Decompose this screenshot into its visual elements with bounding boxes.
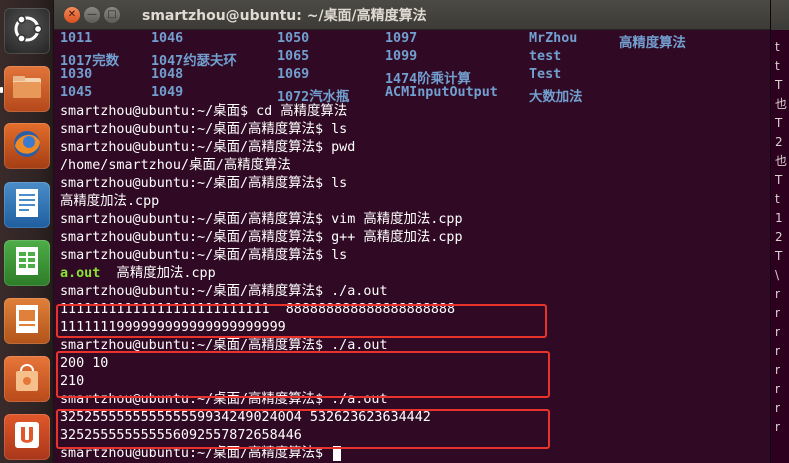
listing-row: 1030 1048 1069 1474阶乘计算 Test: [60, 67, 772, 87]
background-text-fragment: T: [775, 116, 783, 130]
unity-launcher: [0, 0, 54, 463]
writer-icon: [9, 185, 45, 225]
listing-entry: 1047约瑟夫环: [151, 54, 237, 69]
running-indicator: [0, 87, 3, 93]
libreoffice-writer-button[interactable]: [4, 182, 50, 228]
listing-entry: 1097: [385, 31, 418, 46]
background-text-fragment: t: [775, 59, 780, 73]
listing-entry: 1045: [60, 85, 93, 100]
executable-file: a.out: [60, 266, 101, 281]
background-text-fragment: r: [775, 287, 780, 301]
shopping-bag-icon: [9, 359, 45, 399]
listing-entry: 1474阶乘计算: [385, 72, 471, 87]
listing-entry: 1017完数: [60, 54, 120, 69]
background-text-fragment: 也: [775, 154, 788, 168]
terminal-line: smartzhou@ubuntu:~/桌面/高精度算法$ ls: [60, 122, 348, 137]
terminal-line: smartzhou@ubuntu:~/桌面/高精度算法$ ls: [60, 176, 348, 191]
listing-entry: 1011: [60, 31, 93, 46]
maximize-icon: □: [107, 8, 117, 20]
background-window-titlebar[interactable]: [771, 0, 789, 30]
window-titlebar[interactable]: ✕ — □ smartzhou@ubuntu: ~/桌面/高精度算法: [54, 0, 789, 30]
listing-entry: MrZhou: [529, 31, 578, 46]
close-icon: ✕: [67, 8, 77, 20]
window-title: smartzhou@ubuntu: ~/桌面/高精度算法: [142, 7, 427, 24]
libreoffice-impress-button[interactable]: [4, 298, 50, 344]
terminal-line: /home/smartzhou/桌面/高精度算法: [60, 158, 291, 173]
background-text-fragment: r: [775, 382, 780, 396]
listing-entry: 1065: [277, 49, 310, 64]
source-file: 高精度加法.cpp: [100, 266, 216, 281]
terminal-line: smartzhou@ubuntu:~/桌面/高精度算法$ ls: [60, 248, 348, 263]
background-text-fragment: r: [775, 306, 780, 320]
desktop: ✕ — □ smartzhou@ubuntu: ~/桌面/高精度算法 1011 …: [0, 0, 789, 463]
background-window[interactable]: t t T 也 T 2 也 Tt 1 2 T \ r r r r r r r r: [770, 0, 789, 463]
listing-entry: Test: [529, 67, 562, 82]
ubuntu-logo-icon: [9, 11, 45, 51]
listing-entry: 高精度算法: [619, 36, 686, 51]
background-text-fragment: r: [775, 363, 780, 377]
ubuntu-one-button[interactable]: [4, 414, 50, 460]
listing-entry: test: [529, 49, 562, 64]
background-text-fragment: t: [775, 192, 780, 206]
background-text-fragment: T: [775, 78, 783, 92]
background-text-fragment: 1: [775, 211, 783, 225]
background-text-fragment: \: [775, 268, 780, 282]
listing-entry: 1072汽水瓶: [277, 90, 350, 105]
background-text-fragment: r: [775, 325, 780, 339]
minimize-button[interactable]: —: [84, 6, 100, 23]
background-text-fragment: T: [775, 249, 783, 263]
listing-row: 1017完数 1047约瑟夫环 1065 1099 test: [60, 49, 772, 69]
background-text-fragment: 2: [775, 135, 783, 149]
ls-output-line: a.out 高精度加法.cpp: [60, 265, 772, 283]
listing-row: 1045 1049 1072汽水瓶 ACMInputOutput 大数加法: [60, 85, 772, 105]
background-text-fragment: 也: [775, 97, 788, 111]
terminal-line: smartzhou@ubuntu:~/桌面/高精度算法$ pwd: [60, 140, 356, 155]
background-text-fragment: T: [775, 173, 783, 187]
listing-entry: 1069: [277, 67, 310, 82]
annotation-box: [56, 409, 550, 449]
firefox-icon: [9, 126, 45, 166]
listing-entry: ACMInputOutput: [385, 85, 498, 100]
background-text-fragment: t: [775, 40, 780, 54]
annotation-box: [56, 304, 547, 338]
terminal-line: smartzhou@ubuntu:~/桌面/高精度算法$ g++ 高精度加法.c…: [60, 230, 463, 245]
impress-icon: [9, 301, 45, 341]
terminal-output[interactable]: 1011 1046 1050 1097 MrZhou 高精度算法 1017完数 …: [60, 31, 772, 463]
dash-home-button[interactable]: [4, 8, 50, 54]
calc-icon: [9, 243, 45, 283]
listing-entry: 1048: [151, 67, 184, 82]
listing-entry: 1050: [277, 31, 310, 46]
background-text-fragment: r: [775, 420, 780, 434]
maximize-button[interactable]: □: [104, 6, 120, 23]
listing-entry: 1030: [60, 67, 93, 82]
ubuntu-one-icon: [9, 417, 45, 457]
listing-entry: 1049: [151, 85, 184, 100]
close-button[interactable]: ✕: [64, 6, 80, 23]
libreoffice-calc-button[interactable]: [4, 240, 50, 286]
listing-entry: 1099: [385, 49, 418, 64]
home-folder-button[interactable]: [4, 66, 50, 112]
firefox-button[interactable]: [4, 123, 50, 169]
annotation-box: [56, 351, 550, 398]
background-text-fragment: r: [775, 401, 780, 415]
background-text-fragment: 2: [775, 230, 783, 244]
folder-icon: [9, 69, 45, 109]
terminal-line: smartzhou@ubuntu:~/桌面/高精度算法$ vim 高精度加法.c…: [60, 212, 463, 227]
listing-entry: 大数加法: [529, 90, 583, 105]
terminal-line: smartzhou@ubuntu:~/桌面$ cd 高精度算法: [60, 104, 348, 119]
terminal-line: 高精度加法.cpp: [60, 194, 160, 209]
minimize-icon: —: [87, 8, 97, 20]
software-center-button[interactable]: [4, 356, 50, 402]
listing-entry: 1046: [151, 31, 184, 46]
listing-row: 1011 1046 1050 1097 MrZhou 高精度算法: [60, 31, 772, 51]
background-text-fragment: r: [775, 344, 780, 358]
terminal-line: smartzhou@ubuntu:~/桌面/高精度算法$ ./a.out: [60, 284, 388, 299]
